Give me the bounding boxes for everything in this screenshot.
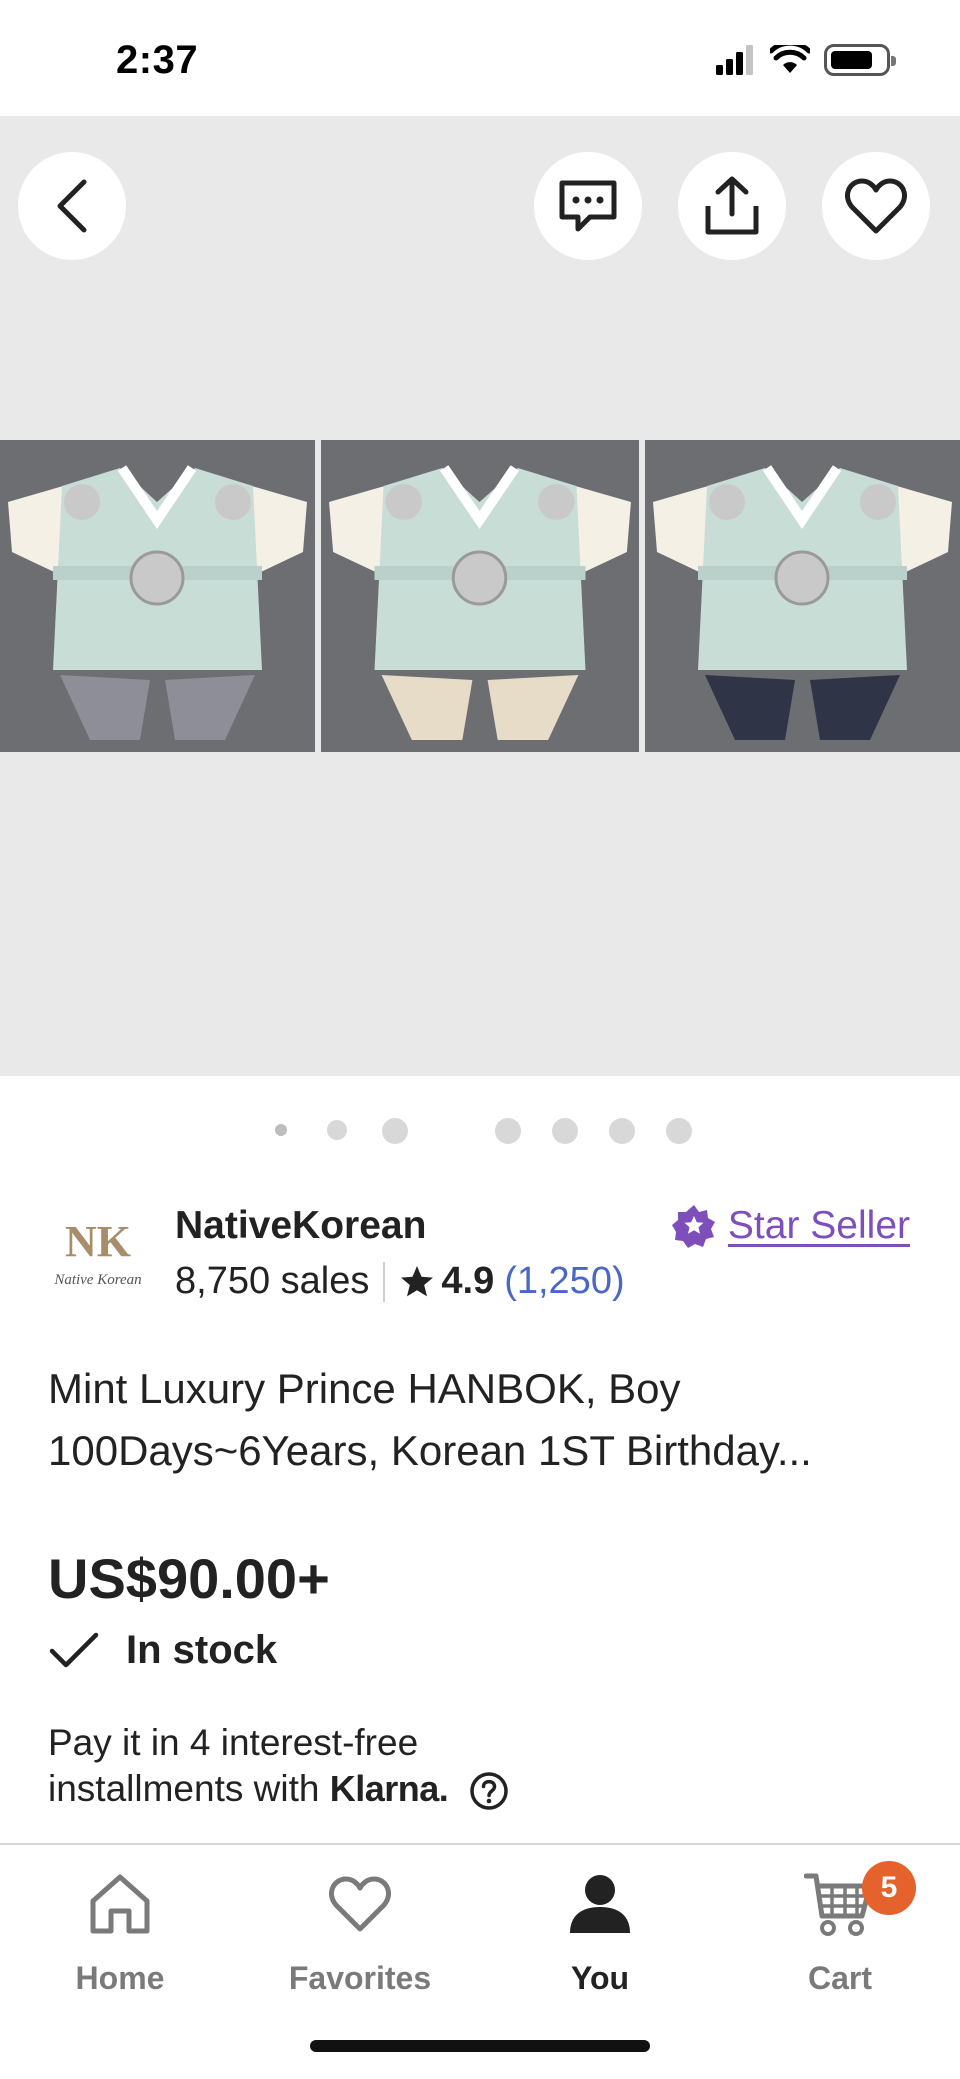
stock-label: In stock: [126, 1628, 278, 1672]
page-dot: [666, 1118, 692, 1144]
klarna-prefix: installments with: [48, 1768, 320, 1809]
cart-count-badge: 5: [862, 1861, 916, 1915]
tab-favorites[interactable]: Favorites: [240, 1867, 480, 1997]
klarna-line: Pay it in 4 interest-free: [48, 1722, 419, 1763]
status-time: 2:37: [116, 38, 199, 82]
svg-text:NK: NK: [65, 1217, 131, 1266]
page-dot: [275, 1124, 287, 1136]
status-bar: 2:37: [0, 0, 960, 116]
back-button[interactable]: [18, 152, 126, 260]
checkmark-icon: [49, 1632, 99, 1667]
page-dot: [552, 1118, 578, 1144]
heart-icon: [329, 1876, 391, 1931]
page-dot: [609, 1118, 635, 1144]
page-dot: [327, 1120, 347, 1140]
help-button[interactable]: [469, 1771, 509, 1811]
klarna-logo: Klarna.: [329, 1768, 449, 1809]
tab-label: Favorites: [288, 1960, 432, 1996]
tab-home[interactable]: Home: [0, 1867, 240, 1997]
stock-status: In stock: [48, 1628, 277, 1673]
wifi-icon: [770, 45, 810, 73]
hanbok-illustration: [0, 440, 315, 752]
tab-you[interactable]: You: [480, 1867, 720, 1997]
klarna-line: installments with Klarna.: [48, 1766, 908, 1812]
shop-logo[interactable]: NK Native Korean: [50, 1208, 146, 1298]
share-button[interactable]: [678, 152, 786, 260]
review-count-link[interactable]: (1,250): [504, 1260, 624, 1303]
message-seller-button[interactable]: [534, 152, 642, 260]
person-icon: [570, 1874, 630, 1933]
page-dot: [382, 1118, 408, 1144]
star-seller-icon: [671, 1205, 715, 1248]
shop-stats: 8,750 sales 4.9 (1,250): [175, 1260, 625, 1303]
svg-text:Native Korean: Native Korean: [53, 1272, 141, 1288]
product-photo[interactable]: [0, 440, 315, 752]
star-icon: [401, 1265, 434, 1296]
back-icon: [57, 179, 87, 233]
product-title-line: 100Days~6Years, Korean 1ST Birthday...: [48, 1427, 812, 1474]
tab-label: You: [570, 1960, 630, 1996]
product-photo[interactable]: [321, 440, 639, 752]
klarna-installments: Pay it in 4 interest-free installments w…: [48, 1720, 908, 1812]
shop-name[interactable]: NativeKorean: [175, 1204, 426, 1248]
question-circle-icon: [469, 1772, 508, 1810]
star-seller-badge[interactable]: Star Seller: [671, 1204, 910, 1248]
product-title[interactable]: Mint Luxury Prince HANBOK, Boy 100Days~6…: [48, 1358, 918, 1482]
sales-count: 8,750 sales: [175, 1260, 370, 1302]
product-price: US$90.00+: [48, 1547, 330, 1610]
rating-value: 4.9: [441, 1260, 495, 1302]
tab-label: Home: [75, 1960, 165, 1996]
favorite-button[interactable]: [822, 152, 930, 260]
hanbok-illustration: [321, 440, 639, 752]
photo-strip[interactable]: [0, 440, 960, 752]
home-indicator: [310, 2040, 650, 2052]
star-seller-link[interactable]: Star Seller: [728, 1204, 910, 1248]
status-icons: [716, 44, 896, 76]
product-photo[interactable]: [645, 440, 960, 752]
gallery-pagination: [0, 1116, 960, 1144]
hanbok-illustration: [645, 440, 960, 752]
signal-icon: [716, 45, 753, 75]
message-icon: [559, 180, 617, 232]
stats-divider: [383, 1261, 386, 1302]
battery-icon: [824, 44, 896, 76]
tab-label: Cart: [807, 1960, 872, 1996]
share-icon: [705, 176, 759, 235]
heart-outline-icon: [845, 178, 907, 234]
page-dot: [495, 1118, 521, 1144]
tab-cart[interactable]: Cart 5: [720, 1861, 960, 1997]
product-gallery[interactable]: [0, 116, 960, 1076]
home-icon: [90, 1874, 150, 1933]
product-title-line: Mint Luxury Prince HANBOK, Boy: [48, 1365, 681, 1412]
